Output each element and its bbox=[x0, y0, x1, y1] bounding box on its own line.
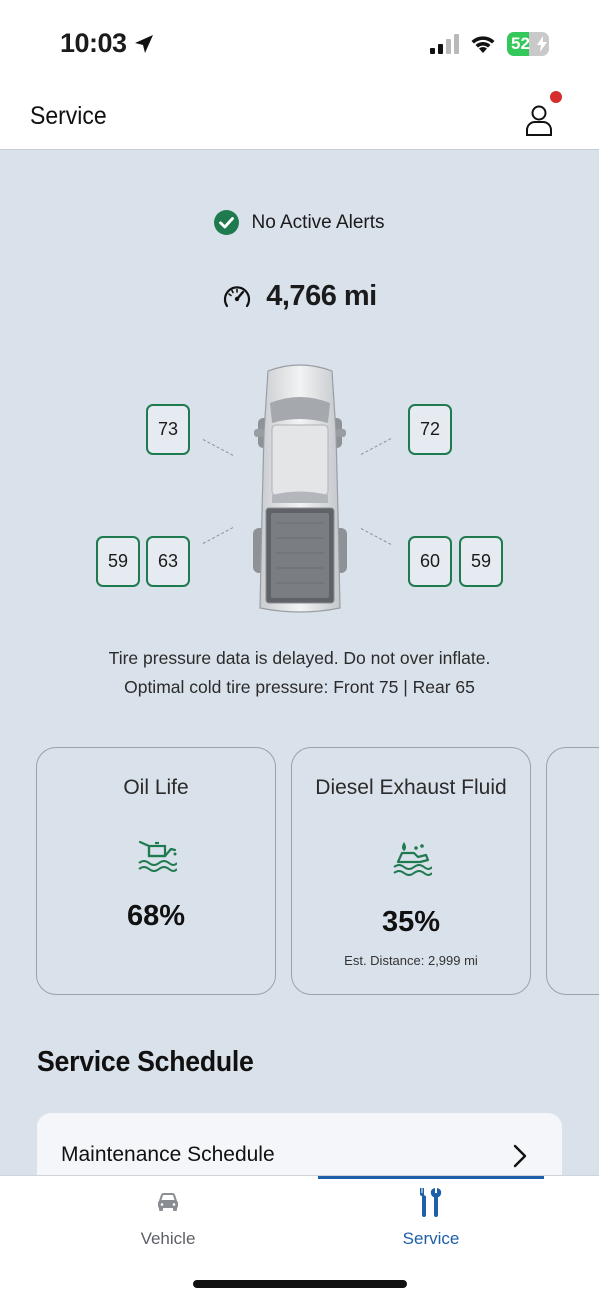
tab-service-label: Service bbox=[402, 1229, 460, 1248]
tire-front-right: 72 bbox=[408, 404, 452, 455]
vehicle-health-carousel[interactable]: Oil Life 68% Diesel Exhaust Fluid 35% Es… bbox=[0, 747, 599, 997]
oil-life-card[interactable]: Oil Life 68% bbox=[36, 747, 276, 995]
tab-vehicle[interactable]: Vehicle bbox=[55, 1176, 281, 1266]
odometer-value: 4,766 mi bbox=[266, 280, 377, 312]
chevron-right-icon bbox=[513, 1144, 527, 1168]
service-schedule-heading: Service Schedule bbox=[37, 1046, 254, 1078]
maintenance-schedule-label: Maintenance Schedule bbox=[61, 1143, 275, 1166]
tire-note-line1: Tire pressure data is delayed. Do not ov… bbox=[108, 648, 491, 668]
def-est-distance: Est. Distance: 2,999 mi bbox=[344, 953, 478, 968]
tab-service[interactable]: Service bbox=[318, 1176, 544, 1266]
tire-connector-fr bbox=[360, 438, 392, 455]
def-title: Diesel Exhaust Fluid bbox=[315, 776, 507, 799]
service-content: No Active Alerts 4,766 mi 73 72 59 63 60… bbox=[0, 150, 599, 1175]
car-icon bbox=[158, 1193, 178, 1211]
user-icon bbox=[526, 105, 552, 136]
tools-icon bbox=[420, 1188, 442, 1217]
tire-connector-rl bbox=[202, 527, 234, 544]
def-fluid-icon bbox=[393, 842, 432, 876]
tire-rear-left-outer: 59 bbox=[96, 536, 140, 587]
location-arrow-icon bbox=[135, 35, 153, 53]
tire-rear-left-inner: 63 bbox=[146, 536, 190, 587]
oil-life-title: Oil Life bbox=[123, 776, 189, 799]
status-time: 10:03 bbox=[60, 28, 127, 58]
tire-front-left: 73 bbox=[146, 404, 190, 455]
def-card[interactable]: Diesel Exhaust Fluid 35% Est. Distance: … bbox=[291, 747, 531, 995]
home-indicator[interactable] bbox=[193, 1280, 407, 1288]
maintenance-schedule-row[interactable]: Maintenance Schedule bbox=[37, 1113, 562, 1175]
tire-rear-right-outer: 59 bbox=[459, 536, 503, 587]
speedometer-icon bbox=[224, 285, 251, 307]
tire-connector-rr bbox=[360, 528, 392, 545]
def-value: 35% bbox=[381, 906, 441, 938]
tire-note-line2: Optimal cold tire pressure: Front 75 | R… bbox=[124, 677, 475, 697]
next-card-partial[interactable] bbox=[546, 747, 599, 995]
battery-indicator: 52 bbox=[507, 32, 549, 56]
notification-badge bbox=[550, 91, 562, 103]
bottom-tab-bar: Vehicle Service bbox=[0, 1175, 599, 1300]
tab-vehicle-label: Vehicle bbox=[140, 1229, 196, 1248]
check-circle-icon bbox=[214, 210, 240, 235]
oil-can-icon bbox=[138, 840, 177, 872]
page-title: Service bbox=[30, 102, 107, 130]
odometer: 4,766 mi bbox=[0, 280, 599, 315]
truck-top-view-icon bbox=[253, 364, 347, 613]
charging-bolt-icon bbox=[537, 36, 547, 52]
status-bar: 10:03 52 bbox=[0, 0, 599, 88]
alerts-status: No Active Alerts bbox=[0, 210, 599, 241]
alerts-text: No Active Alerts bbox=[251, 211, 385, 233]
oil-life-value: 68% bbox=[126, 900, 186, 932]
tire-connector-fl bbox=[202, 439, 234, 456]
tire-pressure-note: Tire pressure data is delayed. Do not ov… bbox=[0, 644, 599, 702]
wifi-icon bbox=[471, 36, 495, 53]
battery-percent: 52 bbox=[511, 34, 530, 53]
tire-rear-right-inner: 60 bbox=[408, 536, 452, 587]
app-header: Service bbox=[0, 88, 599, 150]
cellular-signal-icon bbox=[430, 34, 459, 54]
